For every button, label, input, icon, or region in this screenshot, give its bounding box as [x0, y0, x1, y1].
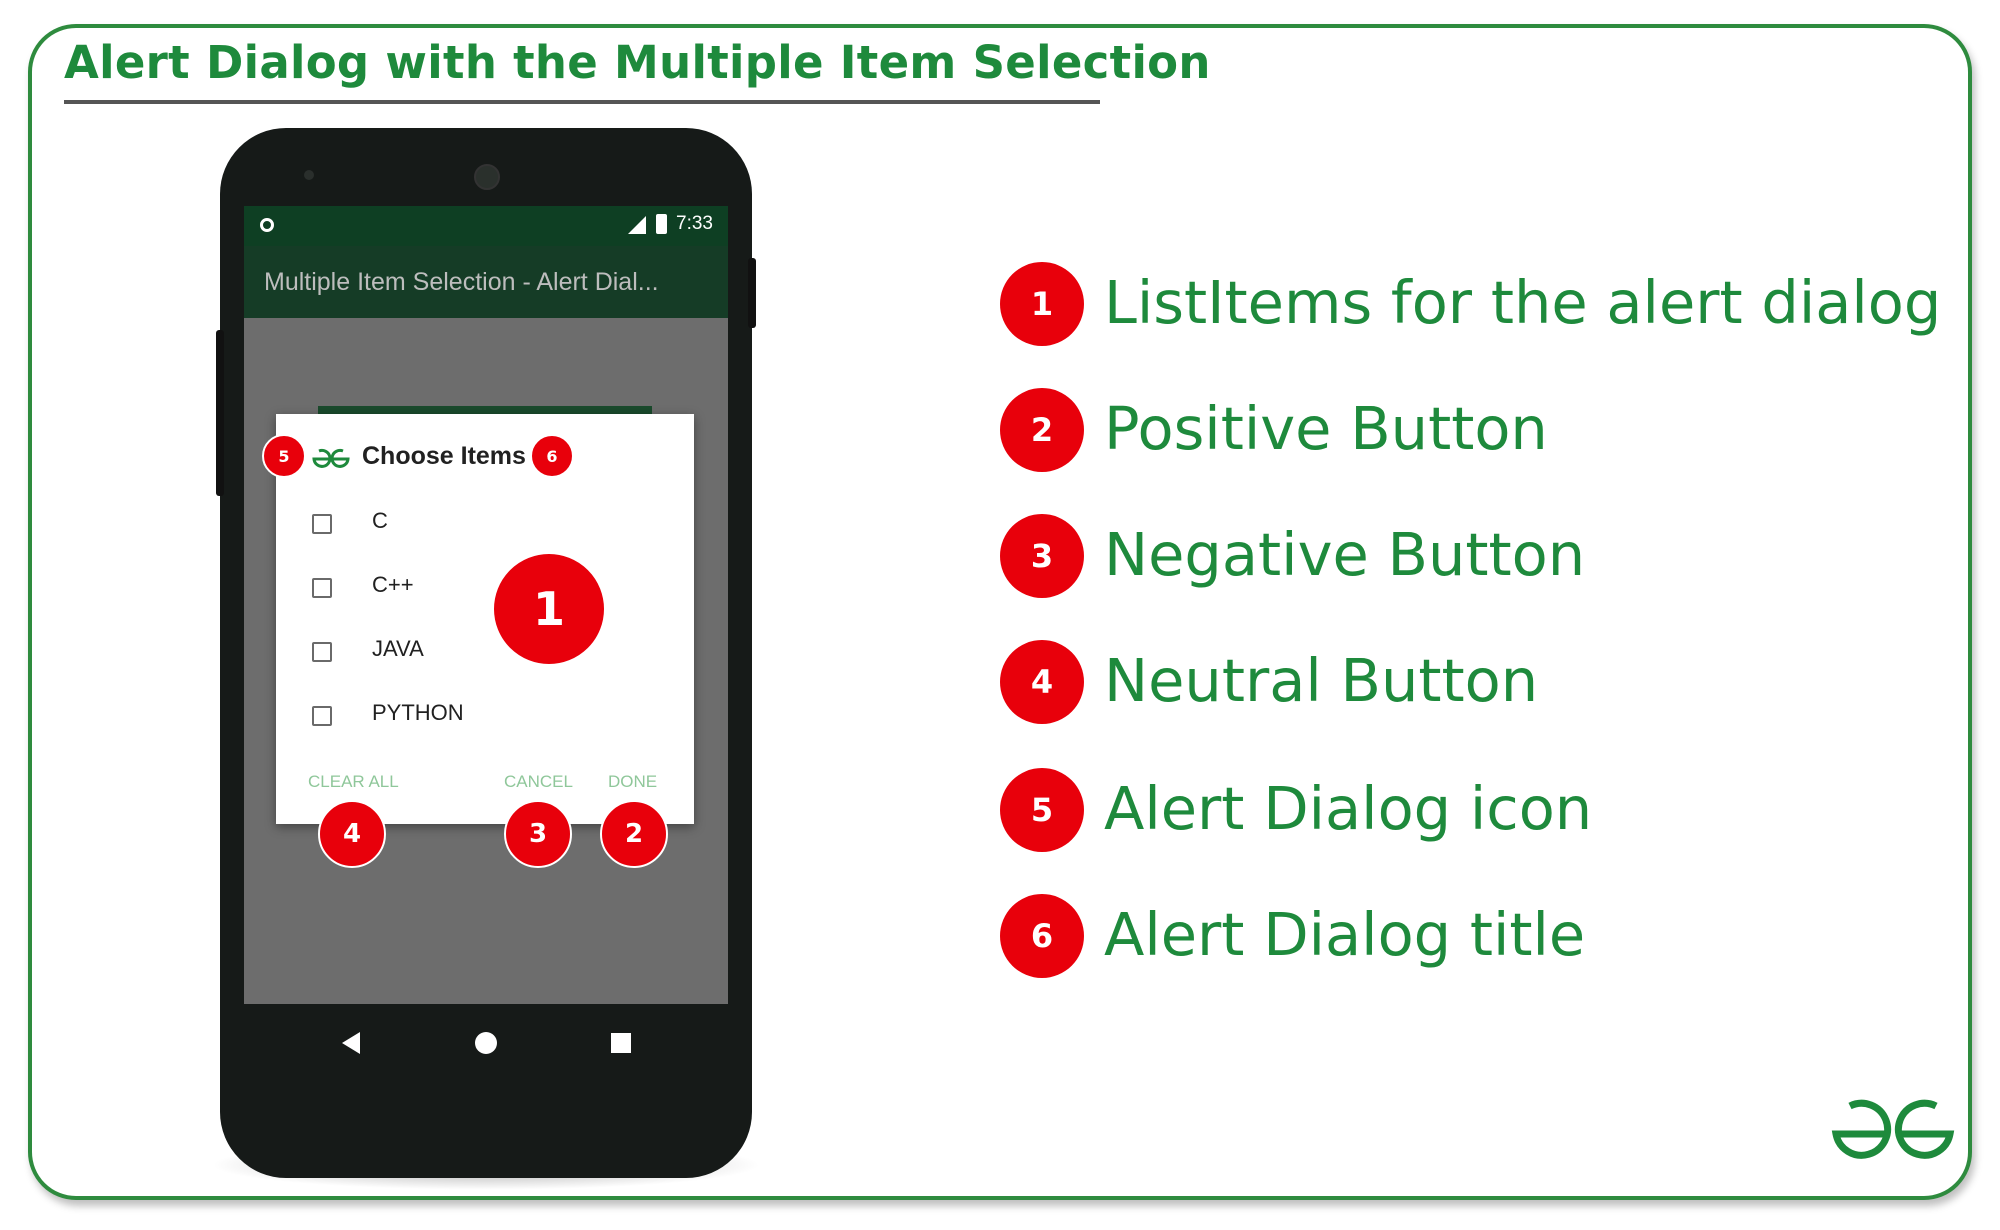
list-item-label: PYTHON	[372, 700, 464, 725]
legend-number-badge: 3	[1000, 514, 1084, 598]
front-camera	[474, 164, 500, 190]
list-item[interactable]: PYTHON	[312, 698, 612, 738]
dialog-title: Choose Items	[362, 442, 526, 470]
battery-icon	[656, 214, 667, 234]
callout-badge-positive: 2	[600, 800, 668, 868]
legend-number-badge: 1	[1000, 262, 1084, 346]
alert-dialog: Choose Items C C++ JAVA PYTHON CLEAR ALL…	[276, 414, 694, 824]
legend-label: Alert Dialog title	[1104, 900, 1586, 969]
legend-label: Negative Button	[1104, 520, 1586, 589]
title-underline	[64, 100, 1100, 104]
back-icon[interactable]	[342, 1032, 360, 1054]
app-bar: Multiple Item Selection - Alert Dial...	[244, 246, 728, 318]
legend-item: 3 Negative Button	[1000, 514, 1900, 604]
callout-badge-negative: 3	[504, 800, 572, 868]
list-item-label: C	[372, 508, 388, 533]
list-item-label: JAVA	[372, 636, 424, 661]
legend-number-badge: 6	[1000, 894, 1084, 978]
legend-item: 2 Positive Button	[1000, 388, 1900, 478]
notification-icon	[260, 218, 274, 232]
legend-label: Neutral Button	[1104, 646, 1539, 715]
legend-item: 5 Alert Dialog icon	[1000, 768, 1900, 858]
callout-badge-neutral: 4	[318, 800, 386, 868]
checkbox[interactable]	[312, 514, 332, 534]
checkbox[interactable]	[312, 706, 332, 726]
volume-button	[216, 330, 224, 496]
legend-label: Alert Dialog icon	[1104, 774, 1593, 843]
recent-apps-icon[interactable]	[611, 1033, 631, 1053]
legend-number-badge: 2	[1000, 388, 1084, 472]
signal-icon	[628, 216, 646, 234]
sensor-dot	[304, 170, 314, 180]
app-title: Multiple Item Selection - Alert Dial...	[264, 268, 659, 296]
list-item-label: C++	[372, 572, 414, 597]
gfg-logo-icon	[312, 448, 350, 468]
status-time: 7:33	[676, 213, 713, 234]
slide-title: Alert Dialog with the Multiple Item Sele…	[64, 36, 1211, 89]
cancel-button[interactable]: CANCEL	[504, 772, 573, 792]
clear-all-button[interactable]: CLEAR ALL	[308, 772, 399, 792]
power-button	[748, 258, 756, 328]
status-bar: 7:33	[244, 206, 728, 246]
callout-badge-list-items: 1	[492, 552, 606, 666]
legend-item: 1 ListItems for the alert dialog	[1000, 262, 1941, 352]
callout-badge-icon: 5	[262, 434, 306, 478]
legend-label: Positive Button	[1104, 394, 1548, 463]
done-button[interactable]: DONE	[608, 772, 657, 792]
list-item[interactable]: C	[312, 506, 612, 546]
legend-number-badge: 5	[1000, 768, 1084, 852]
nav-bar	[244, 1004, 728, 1084]
home-icon[interactable]	[475, 1032, 497, 1054]
checkbox[interactable]	[312, 578, 332, 598]
dialog-backdrop-edge	[318, 406, 652, 414]
legend-number-badge: 4	[1000, 640, 1084, 724]
legend-item: 4 Neutral Button	[1000, 640, 1900, 730]
legend-label: ListItems for the alert dialog	[1104, 268, 1942, 337]
checkbox[interactable]	[312, 642, 332, 662]
callout-badge-title: 6	[530, 434, 574, 478]
legend-item: 6 Alert Dialog title	[1000, 894, 1900, 984]
gfg-logo-icon	[1831, 1099, 1955, 1159]
